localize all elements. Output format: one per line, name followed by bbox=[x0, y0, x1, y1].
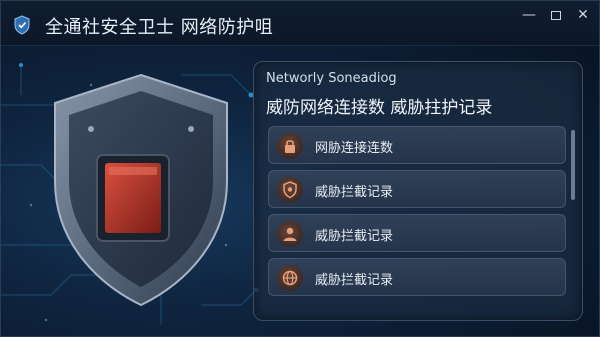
window-title: 全通社安全卫士 网络防护咀 bbox=[45, 17, 274, 38]
scrollbar[interactable] bbox=[571, 130, 575, 200]
list-item-threat-2[interactable]: 威胁拦截记录 bbox=[268, 214, 566, 252]
list-item-label: 威胁拦截记录 bbox=[315, 273, 394, 288]
panel-title: 威防网络连接数 威胁拄护记录 bbox=[266, 98, 493, 118]
list-item-threat-3[interactable]: 威胁拦截记录 bbox=[268, 258, 566, 296]
close-button[interactable]: ✕ bbox=[573, 5, 593, 25]
globe-icon bbox=[277, 265, 303, 291]
list-item-connections[interactable]: 网胁连接连数 bbox=[268, 126, 566, 164]
panel-subtitle: Networly Soneadiog bbox=[266, 71, 397, 86]
title-bar: 全通社安全卫士 网络防护咀 — ✕ bbox=[1, 1, 599, 46]
maximize-icon bbox=[551, 10, 561, 20]
app-window: 全通社安全卫士 网络防护咀 — ✕ Networly Soneadiog 威防网… bbox=[0, 0, 600, 337]
shield-alert-icon bbox=[277, 177, 303, 203]
shield-logo-icon bbox=[14, 15, 30, 35]
maximize-button[interactable] bbox=[546, 5, 566, 25]
shield-illustration bbox=[54, 73, 228, 307]
security-panel: Networly Soneadiog 威防网络连接数 威胁拄护记录 网胁连接连数… bbox=[253, 61, 583, 321]
minimize-button[interactable]: — bbox=[519, 5, 539, 25]
list-item-label: 威胁拦截记录 bbox=[315, 229, 394, 244]
user-icon bbox=[277, 221, 303, 247]
lock-icon bbox=[277, 133, 303, 159]
list-item-label: 网胁连接连数 bbox=[315, 141, 394, 156]
list-item-label: 威胁拦截记录 bbox=[315, 185, 394, 200]
list-item-threat-1[interactable]: 威胁拦截记录 bbox=[268, 170, 566, 208]
